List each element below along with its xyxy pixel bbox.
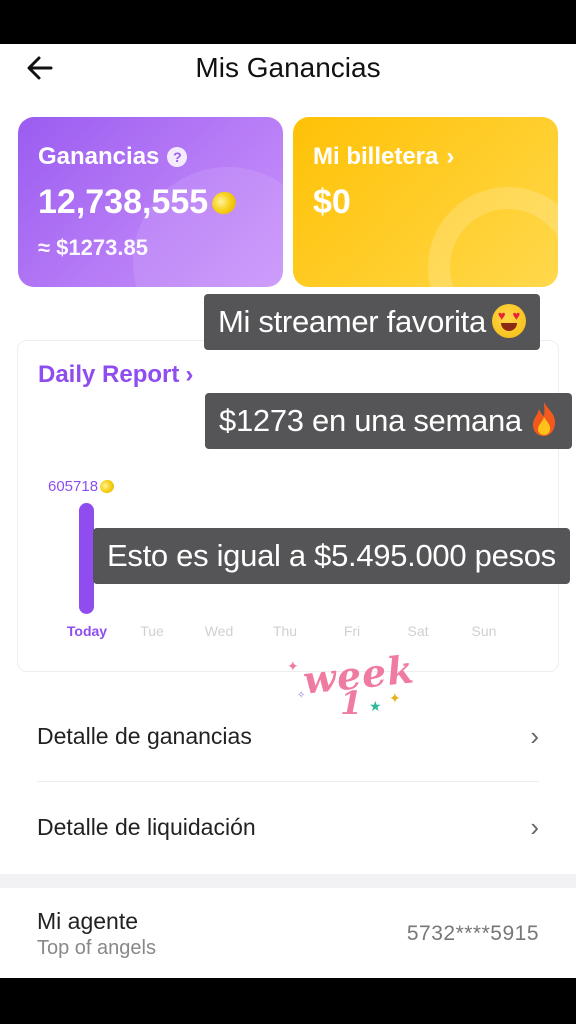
bar-value-label: 605718 [48, 478, 99, 495]
coin-icon [98, 477, 116, 496]
agent-id: 5732****5915 [406, 922, 539, 945]
wallet-card[interactable]: Mi billetera › $0 [293, 117, 558, 287]
coin-icon [209, 188, 240, 217]
star-icon: ✦ [287, 658, 299, 674]
earnings-detail-label: Detalle de ganancias [37, 722, 252, 749]
daily-report-link[interactable]: Daily Report › [38, 361, 193, 389]
day-label-today: Today [66, 623, 108, 639]
day-label-wed: Wed [204, 623, 234, 639]
top-status-bar [0, 0, 576, 44]
daily-report-title: Daily Report [38, 361, 180, 388]
section-separator [0, 874, 576, 888]
heart-eyes-emoji-icon [491, 304, 526, 338]
help-icon[interactable]: ? [167, 147, 188, 167]
earnings-detail-row[interactable]: Detalle de ganancias › [37, 706, 539, 766]
bottom-bar [0, 978, 576, 1024]
settlement-detail-row[interactable]: Detalle de liquidación › [37, 797, 539, 857]
divider [37, 781, 539, 782]
caption-1: Mi streamer favorita [204, 294, 540, 350]
chevron-right-icon: › [530, 811, 539, 842]
star-icon: ✦ [389, 690, 401, 706]
wallet-label: Mi billetera [313, 143, 439, 170]
chevron-right-icon: › [446, 143, 455, 170]
day-label-thu: Thu [272, 623, 298, 639]
agent-subtitle: Top of angels [37, 937, 156, 959]
wallet-amount: $0 [313, 183, 351, 221]
chevron-right-icon: › [185, 361, 194, 388]
caption-1-text: Mi streamer favorita [218, 304, 486, 339]
earnings-amount: 12,738,555 [38, 183, 209, 221]
day-label-sat: Sat [407, 623, 429, 639]
earnings-usd: ≈ $1273.85 [38, 235, 148, 260]
day-label-fri: Fri [343, 623, 361, 639]
settlement-detail-label: Detalle de liquidación [37, 813, 256, 840]
star-icon: ✧ [297, 690, 306, 701]
day-label-sun: Sun [471, 623, 497, 639]
earnings-card[interactable]: Ganancias ? 12,738,555 ≈ $1273.85 [18, 117, 283, 287]
fire-emoji-icon [532, 402, 555, 436]
caption-2: $1273 en una semana [205, 393, 572, 449]
earnings-screen: Mis Ganancias Ganancias ? 12,738,555 ≈ $… [0, 44, 576, 978]
page-title: Mis Ganancias [195, 52, 381, 83]
day-label-tue: Tue [140, 623, 164, 639]
card-decoration [428, 187, 558, 287]
earnings-label: Ganancias [38, 143, 160, 170]
agent-title: Mi agente [37, 908, 139, 934]
day-axis: Today Tue Wed Thu Fri Sat Sun [54, 623, 554, 645]
chevron-right-icon: › [530, 720, 539, 751]
caption-3: Esto es igual a $5.495.000 pesos [93, 528, 570, 584]
today-bar [79, 503, 94, 614]
caption-2-text: $1273 en una semana [219, 403, 522, 438]
daily-report-panel: Daily Report › 605718 Today Tue Wed Thu … [17, 340, 559, 672]
